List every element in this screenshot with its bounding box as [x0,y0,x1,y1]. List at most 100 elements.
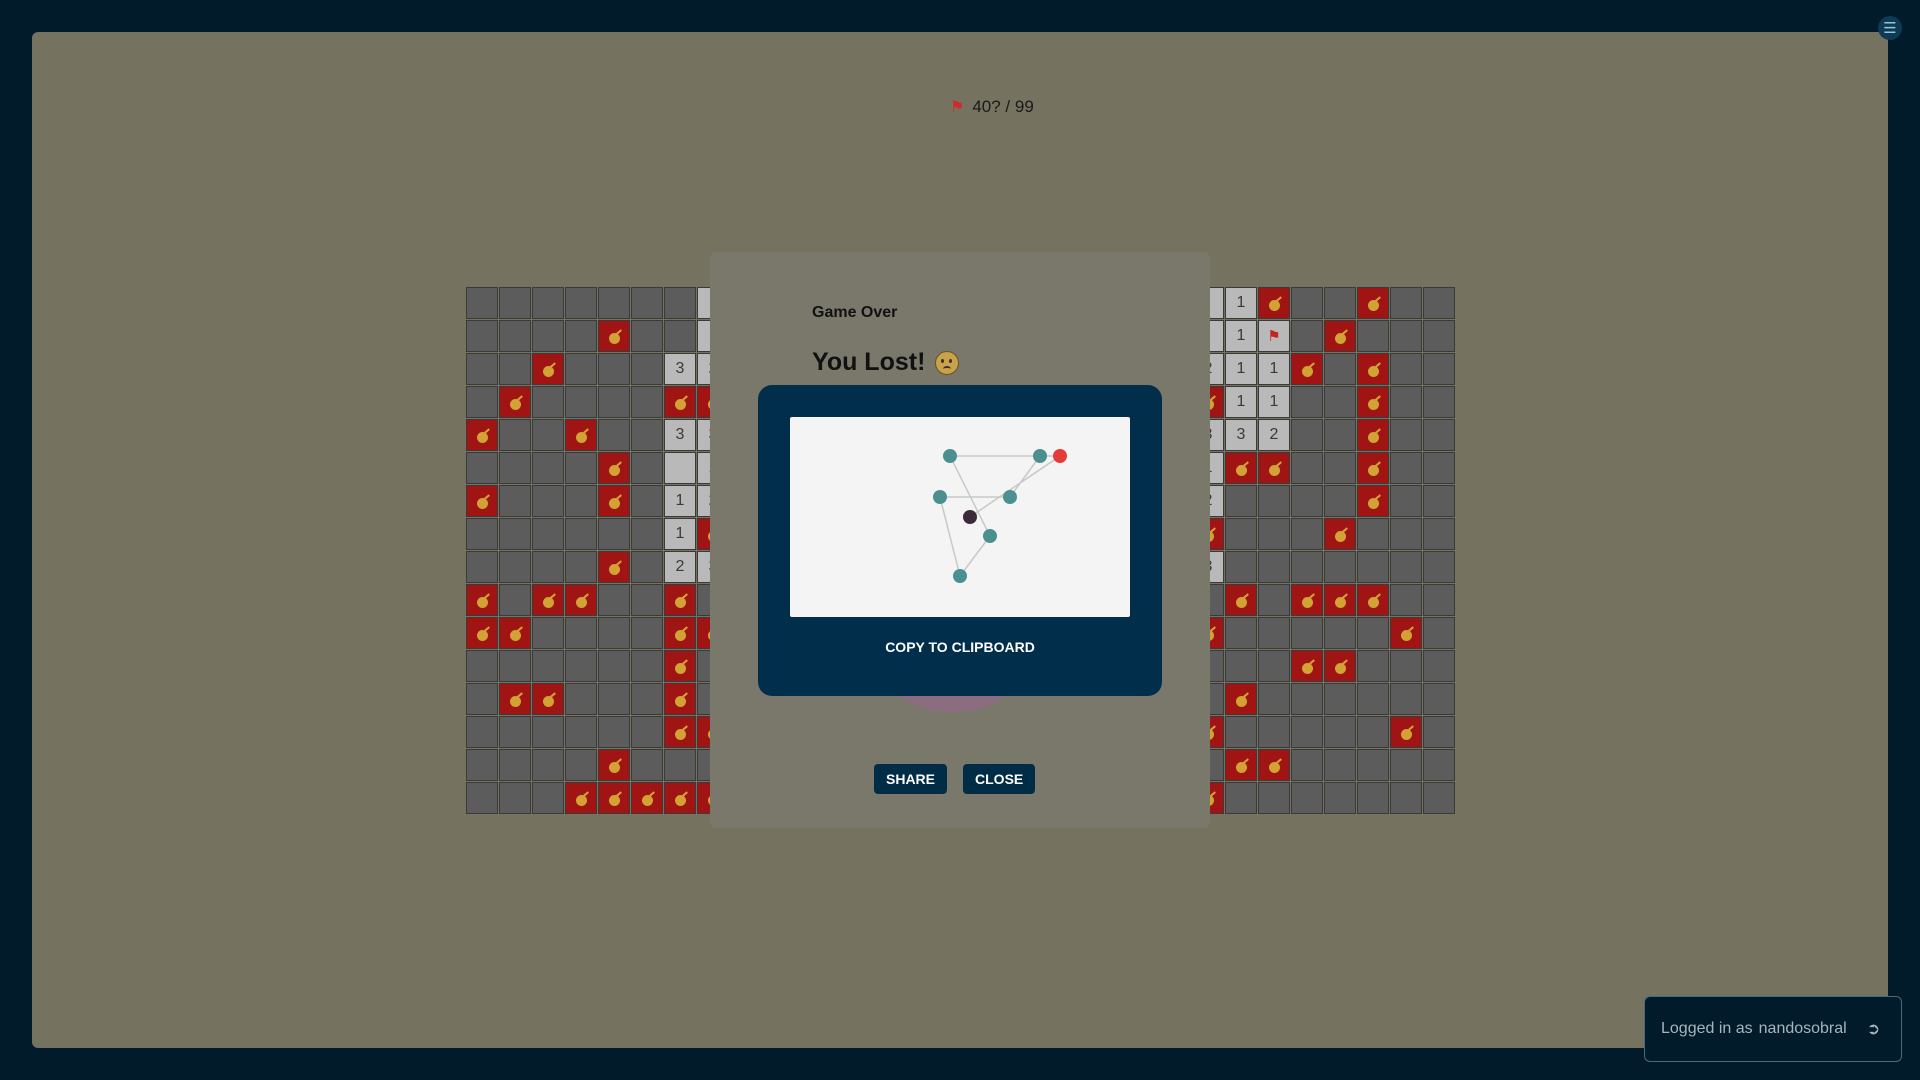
board-cell[interactable] [631,617,663,649]
board-cell[interactable]: 1 [1258,386,1290,418]
board-cell[interactable] [1324,485,1356,517]
board-cell[interactable] [466,386,498,418]
board-cell[interactable] [1324,353,1356,385]
mine-cell[interactable] [1357,584,1389,616]
mine-cell[interactable] [565,419,597,451]
board-cell[interactable] [1291,551,1323,583]
board-cell[interactable] [565,551,597,583]
board-cell[interactable] [1324,287,1356,319]
board-cell[interactable] [598,617,630,649]
board-cell[interactable] [565,320,597,352]
board-cell[interactable] [499,716,531,748]
board-cell[interactable] [631,386,663,418]
board-cell[interactable] [631,452,663,484]
board-cell[interactable] [1357,782,1389,814]
board-cell[interactable] [1291,749,1323,781]
board-cell[interactable] [1291,320,1323,352]
board-cell[interactable] [466,782,498,814]
board-cell[interactable]: 1 [1225,287,1257,319]
board-cell[interactable] [1423,749,1455,781]
board-cell[interactable] [565,749,597,781]
board-cell[interactable] [466,716,498,748]
board-cell[interactable] [631,320,663,352]
board-cell[interactable] [1423,782,1455,814]
board-cell[interactable] [466,683,498,715]
board-cell[interactable] [499,518,531,550]
mine-cell[interactable] [565,782,597,814]
board-cell[interactable] [565,617,597,649]
board-cell[interactable] [1324,386,1356,418]
board-cell[interactable] [1258,551,1290,583]
board-cell[interactable] [664,320,696,352]
board-cell[interactable] [1225,782,1257,814]
board-cell[interactable] [1390,584,1422,616]
mine-cell[interactable] [1357,485,1389,517]
board-cell[interactable] [631,353,663,385]
board-cell[interactable] [499,584,531,616]
board-cell[interactable] [598,419,630,451]
board-cell[interactable]: 1 [1225,320,1257,352]
board-cell[interactable] [1291,485,1323,517]
board-cell[interactable] [499,485,531,517]
share-button[interactable]: SHARE [874,764,948,794]
board-cell[interactable] [598,650,630,682]
board-cell[interactable] [565,716,597,748]
board-cell[interactable] [1225,485,1257,517]
board-cell[interactable] [532,452,564,484]
board-cell[interactable] [631,749,663,781]
mine-cell[interactable] [664,782,696,814]
mine-cell[interactable] [565,584,597,616]
board-cell[interactable] [1423,551,1455,583]
board-cell[interactable]: 3 [664,419,696,451]
board-cell[interactable] [1357,518,1389,550]
board-cell[interactable] [1390,749,1422,781]
board-cell[interactable] [631,650,663,682]
board-cell[interactable] [1390,485,1422,517]
board-cell[interactable] [1258,782,1290,814]
board-cell[interactable] [598,287,630,319]
board-cell[interactable] [1357,749,1389,781]
board-cell[interactable] [1390,386,1422,418]
mine-cell[interactable] [598,749,630,781]
board-cell[interactable] [598,386,630,418]
board-cell[interactable] [631,518,663,550]
mine-cell[interactable] [598,551,630,583]
board-cell[interactable] [1423,287,1455,319]
board-cell[interactable] [631,584,663,616]
board-cell[interactable]: 3 [664,353,696,385]
board-cell[interactable] [1390,287,1422,319]
mine-cell[interactable] [1357,353,1389,385]
board-cell[interactable] [1423,683,1455,715]
board-cell[interactable] [1258,518,1290,550]
board-cell[interactable] [499,287,531,319]
mine-cell[interactable] [466,419,498,451]
mine-cell[interactable] [466,617,498,649]
mine-cell[interactable] [1324,518,1356,550]
flagged-cell[interactable]: ⚑ [1258,320,1290,352]
board-cell[interactable] [1324,782,1356,814]
board-cell[interactable] [1324,419,1356,451]
board-cell[interactable] [565,353,597,385]
mine-cell[interactable] [1225,683,1257,715]
board-cell[interactable] [532,485,564,517]
board-cell[interactable] [1423,419,1455,451]
board-cell[interactable] [499,782,531,814]
board-cell[interactable] [1390,551,1422,583]
mine-cell[interactable] [466,584,498,616]
board-cell[interactable] [1357,683,1389,715]
board-cell[interactable] [1423,320,1455,352]
mine-cell[interactable] [1258,749,1290,781]
logout-icon[interactable]: ➲ [1867,1019,1880,1039]
mine-cell[interactable] [1357,386,1389,418]
board-cell[interactable] [532,749,564,781]
board-cell[interactable] [532,617,564,649]
mine-cell[interactable] [466,485,498,517]
board-cell[interactable] [1291,518,1323,550]
board-cell[interactable] [664,749,696,781]
board-cell[interactable] [1225,650,1257,682]
board-cell[interactable] [1258,584,1290,616]
mine-cell[interactable] [664,650,696,682]
board-cell[interactable] [1291,617,1323,649]
mine-cell[interactable] [532,683,564,715]
mine-cell[interactable] [664,716,696,748]
